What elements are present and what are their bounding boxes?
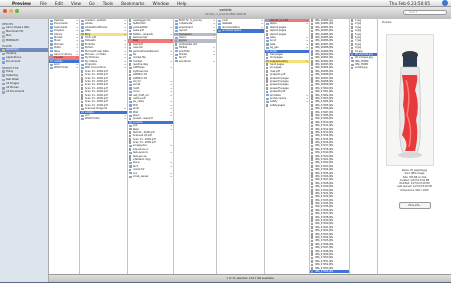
menu-bar: Preview File Edit View Go Tools Bookmark…	[0, 0, 451, 7]
sidebar-label: All Images	[6, 82, 20, 86]
menu-clock[interactable]: Thu Feb 6 23:50:05	[389, 1, 430, 6]
folder-icon	[81, 117, 84, 121]
disclosure-arrow-icon: ▸	[213, 59, 215, 63]
menu-window[interactable]: Window	[152, 1, 169, 6]
smart-folder-icon	[1, 82, 5, 86]
menu-help[interactable]: Help	[177, 1, 187, 6]
home-icon	[1, 48, 5, 52]
menu-tools[interactable]: Tools	[103, 1, 113, 6]
sidebar-label: Aaron Dawe's iMac	[6, 26, 30, 29]
disclosure-arrow-icon: ▸	[124, 117, 126, 121]
smart-folder-icon	[1, 87, 5, 90]
window-title: vadelia	[219, 8, 232, 12]
menu-view[interactable]: View	[71, 1, 81, 6]
spotlight-icon[interactable]	[442, 0, 448, 6]
column-8[interactable]: 1.jpg 2.jpg 3.jpg 4.jpg 5.jpg 6.jpg 7.jpg 8.jpg…	[350, 19, 378, 274]
file-name: vmsb_sanser	[133, 174, 149, 178]
file-row[interactable]: wordbook ▸	[174, 60, 216, 63]
search-icon: ⌕	[405, 11, 407, 15]
menu-edit[interactable]: Edit	[55, 1, 63, 6]
clock-icon	[1, 70, 5, 73]
file-name: IMG_47054.JPG	[315, 269, 334, 273]
disk-icon	[1, 39, 5, 42]
sidebar-label: All Documents	[6, 90, 25, 94]
computer-icon	[1, 26, 5, 30]
sidebar-label: Desktop	[6, 51, 17, 55]
file-row[interactable]: unnamed space ▸	[217, 29, 264, 33]
applications-icon	[1, 56, 5, 60]
search-placeholder: Search	[409, 11, 418, 14]
column-3[interactable]: newsagger.ritx twitter.lbm yambaelflak ▸ sal…	[128, 19, 174, 274]
more-info-button[interactable]: More info...	[399, 202, 431, 209]
menu-go[interactable]: Go	[89, 1, 95, 6]
file-row[interactable]: WOW Folder ▸	[80, 117, 127, 120]
search-field[interactable]: ⌕ Search	[403, 10, 447, 15]
sidebar-label: MOBIGUM	[6, 38, 19, 42]
smart-folder-icon	[1, 91, 5, 94]
disclosure-arrow-icon: ▸	[261, 29, 263, 33]
menu-bookmarks[interactable]: Bookmarks	[121, 1, 144, 6]
sidebar: DEVICES Aaron Dawe's iMac Macintosh HD M…	[0, 19, 49, 282]
file-icon	[266, 104, 269, 107]
documents-icon	[1, 61, 5, 64]
menu-file[interactable]: File	[40, 1, 47, 6]
file-name: WOW Folder	[85, 117, 100, 121]
sidebar-label: Yesterday	[6, 73, 19, 77]
sidebar-label: Macintosh HD	[6, 30, 24, 34]
sidebar-label: Past Week	[6, 77, 19, 81]
sidebar-item-documents[interactable]: Documents	[0, 60, 48, 64]
file-name: WOW folder	[54, 66, 69, 70]
desktop-icon	[1, 52, 5, 56]
sidebar-item-all-documents[interactable]: All Documents	[0, 90, 48, 94]
disk-icon	[1, 30, 5, 34]
column-6[interactable]: afsinet_vs_CCS ▸ alpha ▸ alpha1.pages alpha2.…	[265, 19, 310, 274]
disclosure-arrow-icon: ▸	[76, 66, 78, 70]
file-row[interactable]: safety.pages	[265, 104, 309, 107]
file-name: safety.pages	[270, 103, 286, 107]
sidebar-label: Applications	[6, 56, 22, 60]
preview-metadata: Name: 20 exploits.jpg Kind: JPEG image S…	[378, 169, 451, 192]
column-7[interactable]: IMG_46980.jpg IMG_46981.JPG IMG_46982.JPG I…	[310, 19, 350, 274]
folder-icon	[50, 67, 53, 70]
sidebar-label: All Movies	[6, 86, 19, 90]
bottle-image-icon	[387, 35, 433, 165]
file-icon	[351, 66, 354, 70]
file-name: wordbook	[179, 59, 191, 63]
file-icon	[311, 270, 314, 273]
file-row[interactable]: smiled.jpg	[350, 66, 377, 69]
file-row[interactable]: WOW folder ▸	[49, 66, 79, 69]
sidebar-item-mobigum[interactable]: MOBIGUM	[0, 39, 48, 43]
preview-pane: Preview Name: 20 exploits.jpg Kind: JPEG…	[378, 19, 451, 274]
preview-header: Preview	[382, 21, 392, 24]
column-2[interactable]: Academ...ankfast ▸ Adobe ▸ AdobeStockPhotos ▸…	[80, 19, 128, 274]
file-row[interactable]: IMG_47054.JPG	[310, 269, 349, 274]
clock-icon	[1, 78, 5, 82]
app-menu[interactable]: Preview	[12, 1, 31, 6]
file-name: unnamed space	[222, 29, 242, 33]
folder-icon	[218, 29, 221, 32]
column-browser: Desktop ▸ Documents ▸ Downloads ▸ Dropbox ▸ Libr…	[49, 19, 378, 274]
sidebar-label: Misc	[6, 34, 12, 38]
meta-dimensions: Dimensions: 900 x 1200	[400, 188, 429, 192]
sidebar-label: aeroheroy	[6, 47, 19, 51]
clock-icon	[1, 74, 5, 78]
sidebar-label: Today	[6, 69, 14, 73]
file-row[interactable]: vmsb_sanser ▸	[128, 175, 173, 178]
disclosure-arrow-icon: ▸	[170, 174, 172, 178]
column-4[interactable]: BUSY N...S_journey ▸ collaborate ▸ experimen…	[174, 19, 217, 274]
file-name: smiled.jpg	[355, 66, 368, 70]
column-1[interactable]: Desktop ▸ Documents ▸ Downloads ▸ Dropbox ▸ Libr…	[49, 19, 80, 274]
folder-icon	[129, 175, 132, 178]
folder-icon	[175, 60, 178, 63]
window-path: transfer_cc_Gush fb.0881:0000:00	[204, 13, 247, 16]
column-5[interactable]: carm ▸ datasets ▸ documentation ▸ unnamed spac…	[217, 19, 265, 274]
finder-window: vadelia transfer_cc_Gush fb.0881:0000:00…	[0, 7, 451, 282]
status-bar: 1 of 11 selected, 144.7 GB available	[49, 274, 451, 282]
sidebar-label: Documents	[6, 60, 21, 64]
preview-image	[386, 34, 434, 166]
disk-icon	[1, 35, 5, 38]
